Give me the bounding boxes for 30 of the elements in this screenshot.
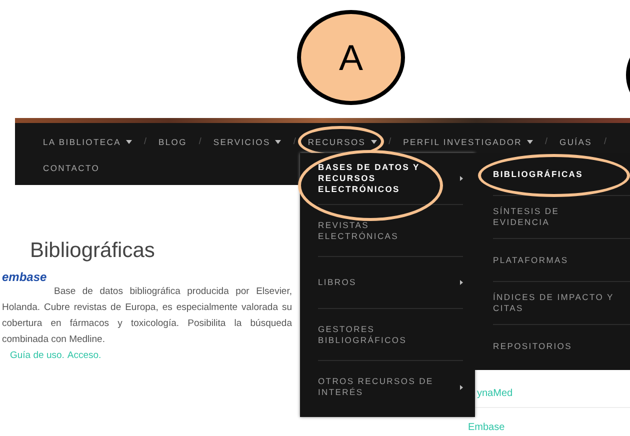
nav-separator: / — [198, 135, 202, 148]
menu-item[interactable]: OTROS RECURSOS DE INTERÉS — [318, 376, 443, 398]
nav-separator: / — [293, 135, 296, 148]
submenu-item[interactable]: REPOSITORIOS — [493, 341, 618, 352]
caret-icon — [126, 140, 132, 144]
nav-separator: / — [388, 135, 392, 148]
nav-separator: / — [545, 135, 548, 148]
menu-item[interactable]: LIBROS — [318, 277, 443, 288]
caret-icon — [370, 140, 377, 144]
nav-link[interactable]: LA BIBLIOTECA — [43, 136, 132, 148]
caret-icon — [527, 140, 534, 144]
menu-item[interactable]: BASES DE DATOS Y RECURSOS ELECTRÓNICOS — [298, 150, 443, 221]
nav-separator: / — [144, 135, 146, 148]
description-text: Base de datos bibliográfica producida por Elsevier, Holanda. Cubre revistas de Europa, es especialmente valorada su cobertura en fármacos y toxicología. Posibilita la búsqueda combinada con Medline. — [2, 284, 292, 346]
menu-item[interactable]: GESTORES BIBLIOGRÁFICOS — [318, 324, 443, 346]
nav-link[interactable]: GUÍAS — [560, 136, 592, 148]
submenu-item[interactable]: ÍNDICES DE IMPACTO Y CITAS — [493, 292, 618, 314]
embase-logo: embase — [2, 270, 47, 284]
nav-separator: / — [604, 135, 606, 148]
submenu-item[interactable]: SÍNTESIS DE EVIDENCIA — [493, 206, 618, 228]
nav-link[interactable]: CONTACTO — [43, 162, 100, 174]
nav-link[interactable]: SERVICIOS — [213, 136, 282, 148]
nav-link[interactable]: BLOG — [158, 136, 187, 148]
annotation-label: A — [297, 10, 405, 105]
nav-link[interactable]: PERFIL INVESTIGADOR — [403, 136, 534, 148]
submenu-item[interactable]: BIBLIOGRÁFICAS — [478, 154, 630, 196]
menu-item[interactable]: REVISTAS ELECTRÓNICAS — [318, 220, 443, 242]
caret-icon — [275, 140, 282, 144]
submenu-item[interactable]: PLATAFORMAS — [493, 254, 618, 266]
page-title: Bibliográficas — [30, 238, 156, 264]
